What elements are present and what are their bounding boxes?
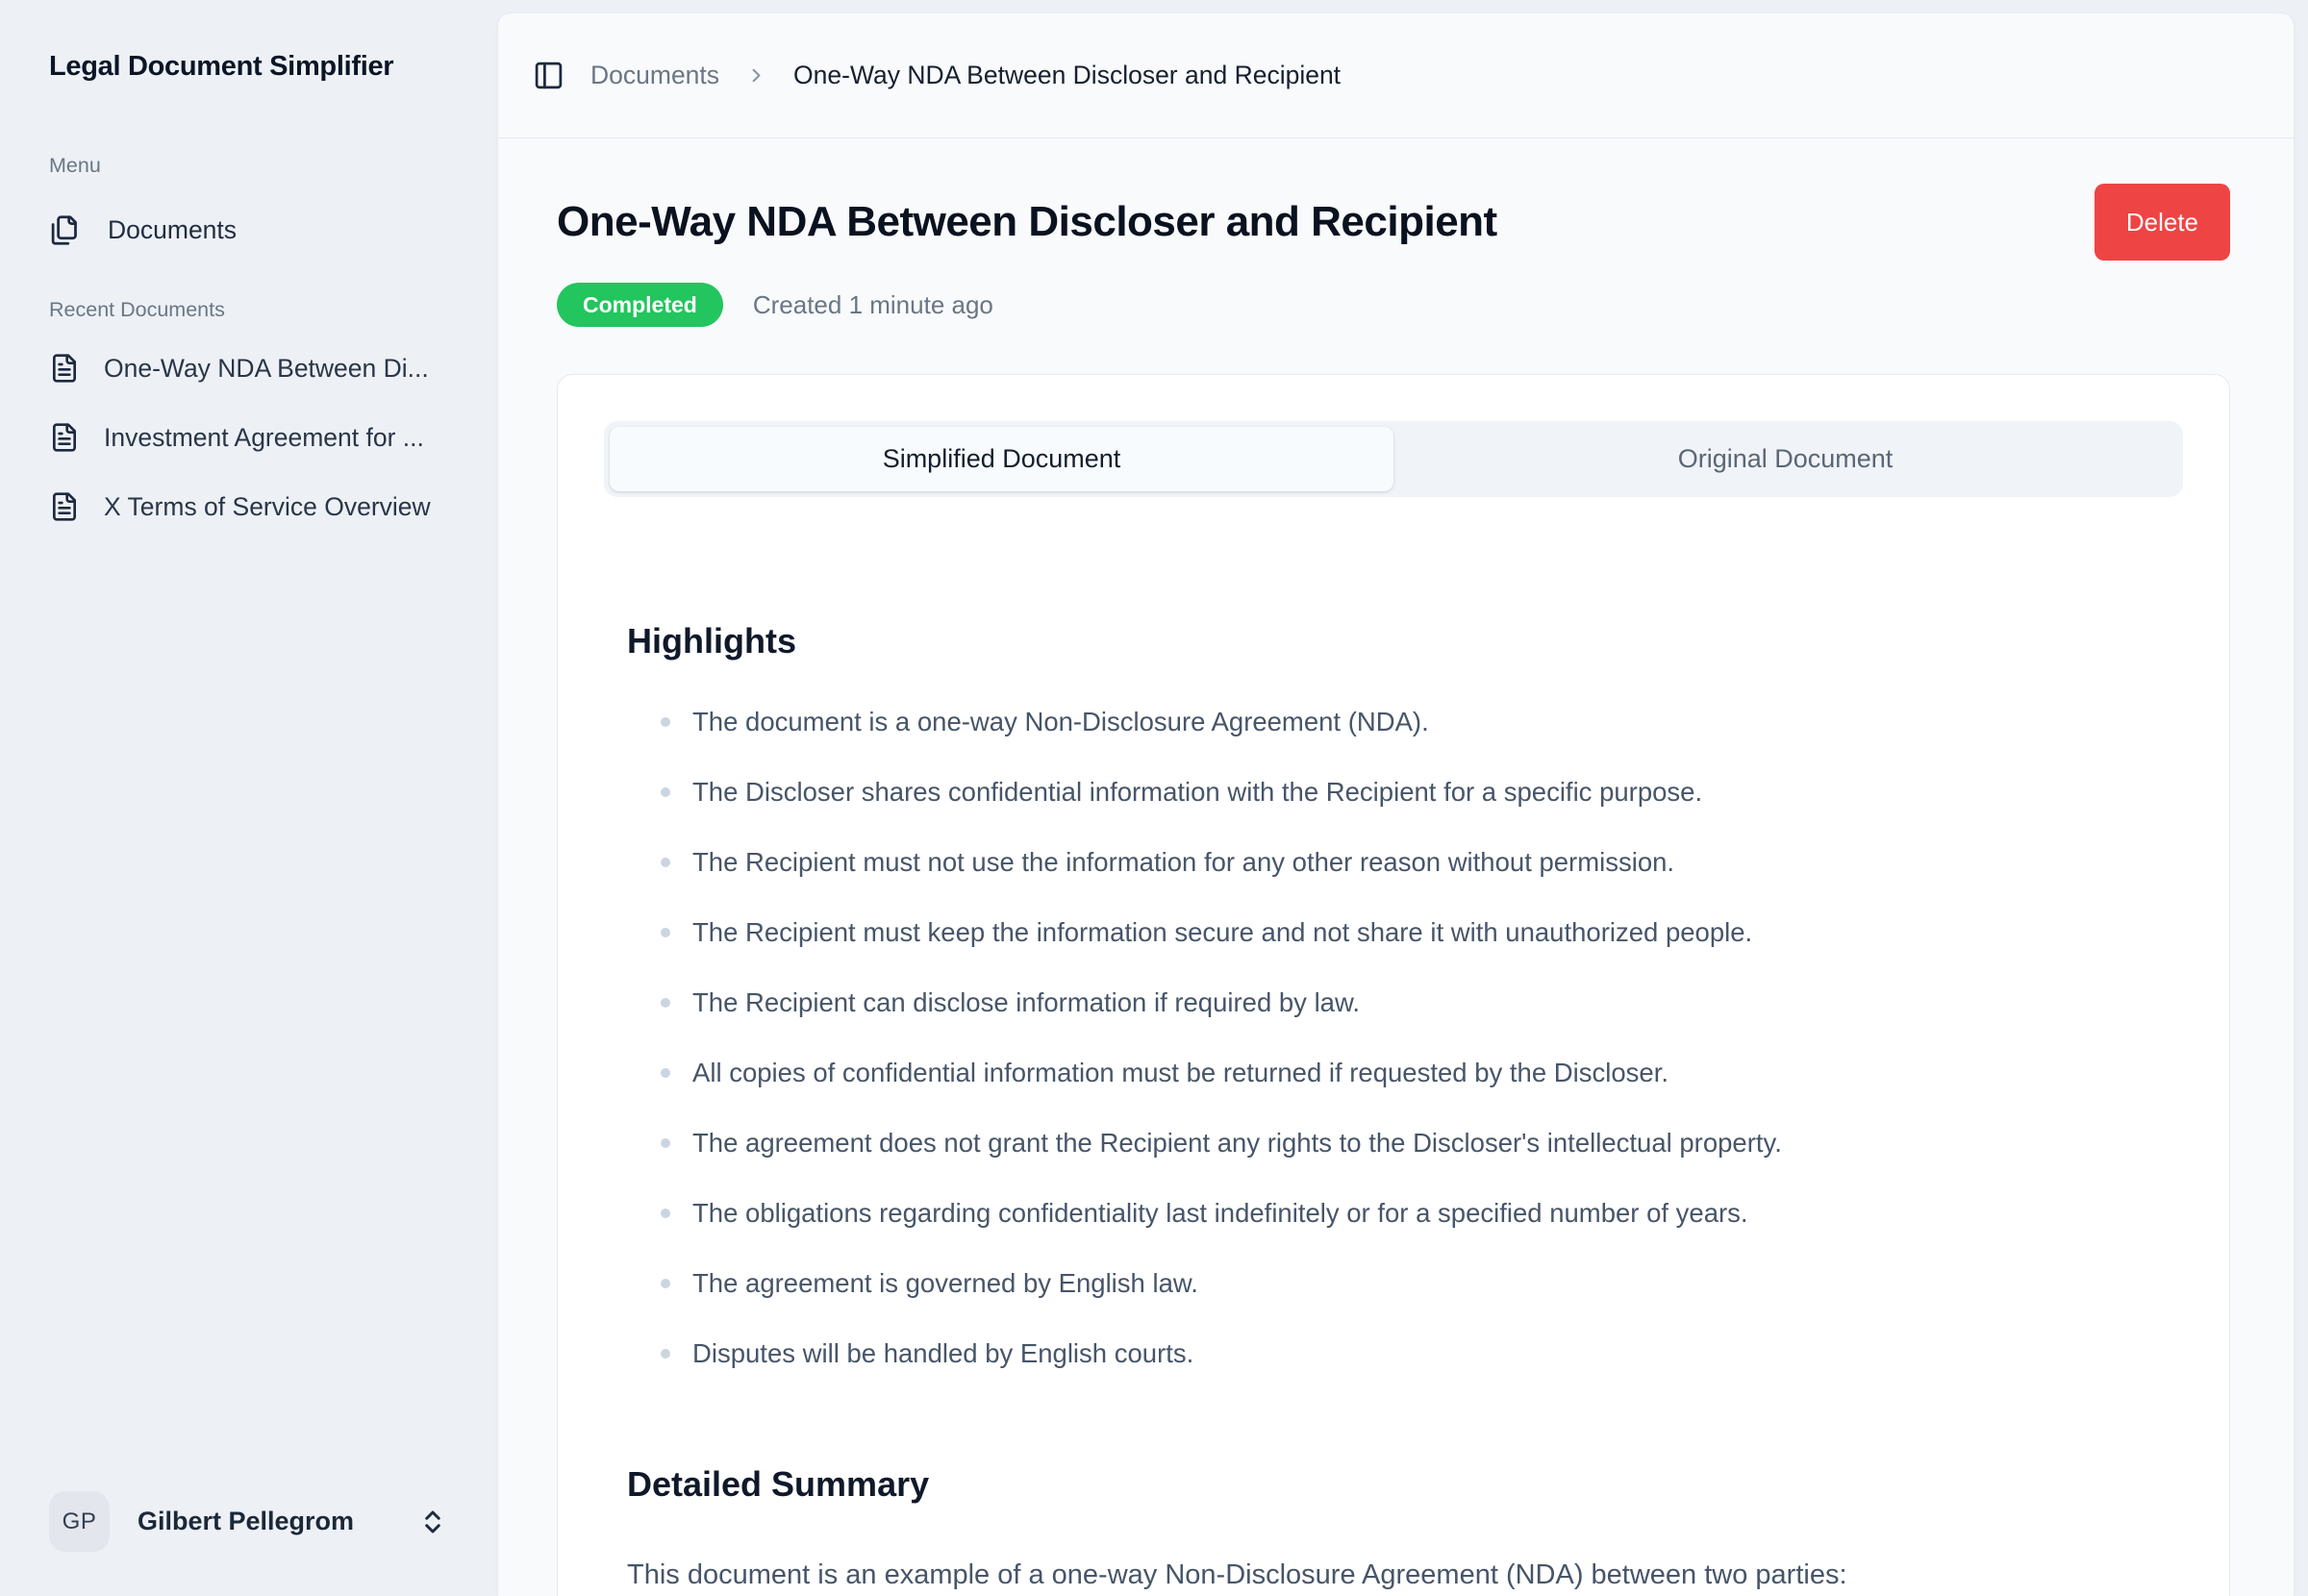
sidebar-item-label: Documents bbox=[108, 215, 237, 245]
highlights-heading: Highlights bbox=[627, 622, 1927, 661]
highlight-item: The Discloser shares confidential inform… bbox=[627, 777, 1927, 808]
created-timestamp: Created 1 minute ago bbox=[753, 290, 993, 320]
sidebar-spacer bbox=[49, 531, 449, 1491]
recent-documents-list: One-Way NDA Between Di... Investment Agr… bbox=[49, 344, 449, 531]
highlight-item: Disputes will be handled by English cour… bbox=[627, 1338, 1927, 1369]
recent-document-label: Investment Agreement for ... bbox=[104, 423, 424, 453]
menu-section-label: Menu bbox=[49, 154, 449, 177]
recent-section-label: Recent Documents bbox=[49, 298, 449, 321]
simplified-document-content: Highlights The document is a one-way Non… bbox=[604, 497, 1950, 1596]
page-body: One-Way NDA Between Discloser and Recipi… bbox=[498, 138, 2294, 1596]
file-text-icon bbox=[49, 353, 80, 384]
detailed-summary-heading: Detailed Summary bbox=[627, 1465, 1927, 1504]
chevrons-up-down-icon bbox=[418, 1508, 447, 1536]
user-name: Gilbert Pellegrom bbox=[138, 1507, 390, 1536]
chevron-right-icon bbox=[745, 64, 767, 87]
breadcrumb: Documents One-Way NDA Between Discloser … bbox=[590, 61, 1341, 90]
recent-document-item[interactable]: X Terms of Service Overview bbox=[49, 483, 449, 531]
recent-document-label: X Terms of Service Overview bbox=[104, 492, 431, 522]
recent-document-item[interactable]: Investment Agreement for ... bbox=[49, 413, 449, 461]
document-card: Simplified Document Original Document Hi… bbox=[557, 374, 2230, 1596]
avatar: GP bbox=[49, 1491, 110, 1552]
sidebar: Legal Document Simplifier Menu Documents… bbox=[0, 0, 497, 1596]
main-panel: Documents One-Way NDA Between Discloser … bbox=[497, 12, 2295, 1596]
status-badge: Completed bbox=[557, 283, 723, 327]
file-text-icon bbox=[49, 422, 80, 453]
file-text-icon bbox=[49, 491, 80, 522]
delete-button[interactable]: Delete bbox=[2095, 184, 2230, 261]
sidebar-toggle-button[interactable] bbox=[533, 60, 564, 91]
menu-list: Documents bbox=[49, 206, 449, 254]
user-menu-button[interactable]: GP Gilbert Pellegrom bbox=[49, 1491, 449, 1552]
tab-document-view[interactable]: Simplified Document bbox=[610, 427, 1393, 491]
sidebar-item-documents[interactable]: Documents bbox=[49, 206, 449, 254]
title-row: One-Way NDA Between Discloser and Recipi… bbox=[557, 198, 2230, 261]
highlight-item: The document is a one-way Non-Disclosure… bbox=[627, 707, 1927, 737]
highlight-item: All copies of confidential information m… bbox=[627, 1058, 1927, 1088]
detailed-summary-text: This document is an example of a one-way… bbox=[627, 1548, 1887, 1596]
panel-left-icon bbox=[533, 60, 564, 91]
highlights-list: The document is a one-way Non-Disclosure… bbox=[627, 707, 1927, 1369]
meta-row: Completed Created 1 minute ago bbox=[557, 283, 2230, 327]
recent-document-label: One-Way NDA Between Di... bbox=[104, 354, 429, 384]
tab-label: Original Document bbox=[1678, 444, 1894, 474]
highlight-item: The Recipient must not use the informati… bbox=[627, 847, 1927, 878]
tab-document-view[interactable]: Original Document bbox=[1393, 427, 2177, 491]
app-title: Legal Document Simplifier bbox=[49, 50, 449, 83]
highlight-item: The Recipient must keep the information … bbox=[627, 917, 1927, 948]
document-tabs: Simplified Document Original Document bbox=[604, 421, 2183, 497]
breadcrumb-bar: Documents One-Way NDA Between Discloser … bbox=[498, 13, 2294, 138]
highlight-item: The obligations regarding confidentialit… bbox=[627, 1198, 1927, 1229]
page-title: One-Way NDA Between Discloser and Recipi… bbox=[557, 198, 1497, 246]
highlight-item: The Recipient can disclose information i… bbox=[627, 987, 1927, 1018]
recent-document-item[interactable]: One-Way NDA Between Di... bbox=[49, 344, 449, 392]
highlight-item: The agreement does not grant the Recipie… bbox=[627, 1128, 1927, 1159]
highlight-item: The agreement is governed by English law… bbox=[627, 1268, 1927, 1299]
breadcrumb-documents-link[interactable]: Documents bbox=[590, 61, 719, 90]
files-icon bbox=[49, 214, 81, 246]
breadcrumb-current-page: One-Way NDA Between Discloser and Recipi… bbox=[793, 61, 1341, 90]
tab-label: Simplified Document bbox=[883, 444, 1121, 474]
